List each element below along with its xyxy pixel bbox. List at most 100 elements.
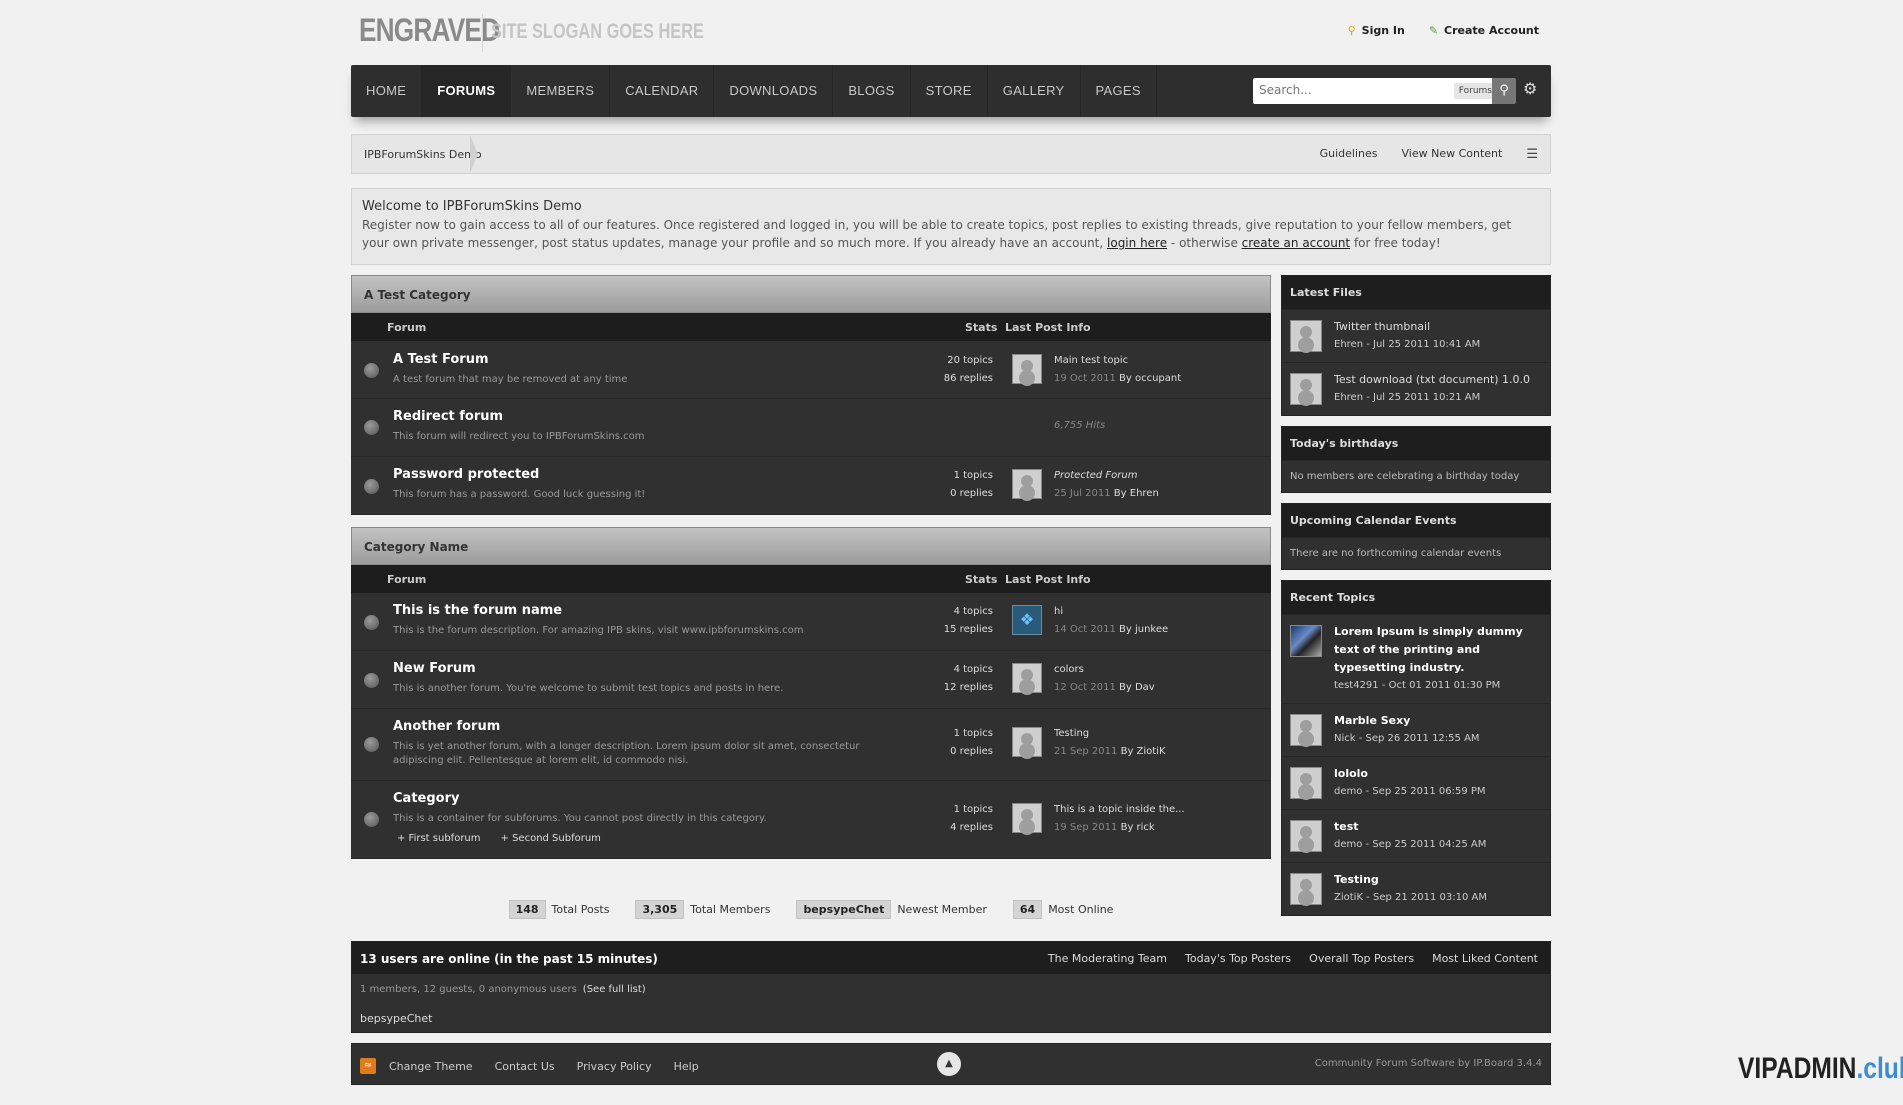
moderating-team-link[interactable]: The Moderating Team: [1048, 952, 1167, 965]
block-title[interactable]: Latest Files: [1282, 276, 1550, 309]
list-view-icon[interactable]: ☰: [1526, 147, 1538, 162]
avatar[interactable]: [1290, 373, 1322, 405]
replies-count: 12 replies: [943, 682, 993, 693]
nav-gallery[interactable]: GALLERY: [988, 65, 1081, 117]
avatar[interactable]: [1012, 354, 1042, 384]
forum-name[interactable]: This is the forum name: [393, 603, 562, 618]
stat-value: 64: [1012, 900, 1043, 919]
forum-name[interactable]: New Forum: [393, 661, 476, 676]
nav-store[interactable]: STORE: [911, 65, 988, 117]
last-post-author[interactable]: By Dav: [1119, 682, 1155, 693]
avatar[interactable]: [1290, 320, 1322, 352]
latest-files-block: Latest Files Twitter thumbnail Ehren - Ju…: [1281, 275, 1551, 416]
avatar[interactable]: [1012, 663, 1042, 693]
create-account-link[interactable]: ✎ Create Account: [1429, 24, 1539, 37]
avatar[interactable]: [1290, 625, 1322, 657]
nav-downloads[interactable]: DOWNLOADS: [714, 65, 834, 117]
nav-blogs[interactable]: BLOGS: [833, 65, 911, 117]
search-input[interactable]: Search... Forums: [1253, 78, 1501, 104]
change-theme-link[interactable]: Change Theme: [389, 1060, 473, 1073]
last-post-title[interactable]: colors: [1054, 661, 1155, 679]
avatar[interactable]: [1012, 727, 1042, 757]
last-post-author[interactable]: By ZiotiK: [1121, 746, 1166, 757]
avatar[interactable]: [1290, 820, 1322, 852]
forum-name[interactable]: A Test Forum: [393, 352, 489, 367]
file-name[interactable]: Twitter thumbnail: [1334, 318, 1542, 336]
todays-top-posters-link[interactable]: Today's Top Posters: [1185, 952, 1291, 965]
nav-members[interactable]: MEMBERS: [511, 65, 611, 117]
last-post-author[interactable]: By occupant: [1119, 373, 1181, 384]
nav-home[interactable]: HOME: [351, 65, 423, 117]
last-post-title[interactable]: Main test topic: [1054, 352, 1181, 370]
nav-calendar[interactable]: CALENDAR: [610, 65, 715, 117]
broadcast-avatar-icon[interactable]: ❖: [1012, 605, 1042, 635]
avatar[interactable]: [1012, 469, 1042, 499]
forum-name[interactable]: Password protected: [393, 467, 539, 482]
contact-us-link[interactable]: Contact Us: [495, 1060, 555, 1073]
search-icon: ⚲: [1499, 83, 1509, 98]
calendar-events-block: Upcoming Calendar Events There are no fo…: [1281, 503, 1551, 570]
view-new-content-link[interactable]: View New Content: [1402, 147, 1503, 162]
topic-title[interactable]: Marble Sexy: [1334, 712, 1542, 730]
privacy-policy-link[interactable]: Privacy Policy: [577, 1060, 652, 1073]
avatar[interactable]: [1290, 714, 1322, 746]
create-account-inline-link[interactable]: create an account: [1242, 236, 1351, 250]
nav-pages[interactable]: PAGES: [1081, 65, 1157, 117]
copyright[interactable]: Community Forum Software by IP.Board 3.4…: [1315, 1058, 1542, 1069]
avatar[interactable]: [1290, 767, 1322, 799]
login-here-link[interactable]: login here: [1107, 236, 1167, 250]
topic-title[interactable]: lololo: [1334, 765, 1542, 783]
file-name[interactable]: Test download (txt document) 1.0.0: [1334, 371, 1542, 389]
logo-divider: [482, 14, 483, 52]
sign-in-link[interactable]: ⚲ Sign In: [1348, 24, 1405, 37]
column-forum: Forum: [387, 321, 427, 334]
site-slogan: SITE SLOGAN GOES HERE: [491, 20, 704, 43]
block-title[interactable]: Today's birthdays: [1282, 427, 1550, 460]
last-post-info: This is a topic inside the... 19 Sep 2011…: [1054, 801, 1185, 837]
block-title[interactable]: Recent Topics: [1282, 581, 1550, 614]
last-post-title[interactable]: Testing: [1054, 725, 1166, 743]
subforum-link[interactable]: + Second Subforum: [501, 833, 601, 844]
topics-count: 1 topics: [953, 804, 993, 815]
avatar[interactable]: [1290, 873, 1322, 905]
subforum-link[interactable]: + First subforum: [397, 833, 481, 844]
back-to-top-icon[interactable]: ▲: [937, 1052, 961, 1076]
search-scope-selector[interactable]: Forums: [1453, 83, 1497, 99]
forum-name[interactable]: Redirect forum: [393, 409, 503, 424]
topic-meta: Nick - Sep 26 2011 12:55 AM: [1334, 733, 1480, 744]
last-post-title[interactable]: hi: [1054, 603, 1168, 621]
user-links: ⚲ Sign In ✎ Create Account: [1348, 24, 1539, 37]
block-title[interactable]: Upcoming Calendar Events: [1282, 504, 1550, 537]
gear-icon[interactable]: ⚙: [1523, 79, 1537, 98]
see-full-list-link[interactable]: (See full list): [583, 984, 646, 995]
board-stats: 148 Total Posts 3,305 Total Members bepsyp…: [351, 900, 1271, 919]
forum-row: Password protected This forum has a pass…: [351, 457, 1271, 515]
category-header[interactable]: A Test Category: [351, 275, 1271, 313]
welcome-text-part: - otherwise: [1167, 236, 1242, 250]
online-member[interactable]: bepsypeChet: [360, 1012, 432, 1025]
rss-icon[interactable]: ≈: [360, 1058, 376, 1074]
topic-title[interactable]: Testing: [1334, 871, 1542, 889]
column-last-post: Last Post Info: [1005, 573, 1091, 586]
guidelines-link[interactable]: Guidelines: [1320, 147, 1378, 162]
help-link[interactable]: Help: [674, 1060, 699, 1073]
category-header[interactable]: Category Name: [351, 527, 1271, 565]
category-spacer: [351, 515, 1271, 527]
nav-forums[interactable]: FORUMS: [422, 65, 512, 117]
avatar[interactable]: [1012, 803, 1042, 833]
most-liked-content-link[interactable]: Most Liked Content: [1432, 952, 1538, 965]
topic-title[interactable]: Lorem Ipsum is simply dummy text of the …: [1334, 623, 1542, 677]
site-logo[interactable]: ENGRAVED: [359, 12, 500, 49]
stat-value[interactable]: bepsypeChet: [796, 900, 892, 919]
last-post-author[interactable]: By rick: [1121, 822, 1155, 833]
search-button[interactable]: ⚲: [1492, 78, 1516, 104]
forum-name[interactable]: Category: [393, 791, 459, 806]
topic-title[interactable]: test: [1334, 818, 1542, 836]
last-post-author[interactable]: By Ehren: [1114, 488, 1159, 499]
breadcrumb-home[interactable]: IPBForumSkins Demo: [364, 148, 482, 161]
overall-top-posters-link[interactable]: Overall Top Posters: [1309, 952, 1414, 965]
forum-name[interactable]: Another forum: [393, 719, 500, 734]
replies-count: 15 replies: [943, 624, 993, 635]
last-post-title[interactable]: This is a topic inside the...: [1054, 801, 1185, 819]
last-post-author[interactable]: By junkee: [1119, 624, 1168, 635]
